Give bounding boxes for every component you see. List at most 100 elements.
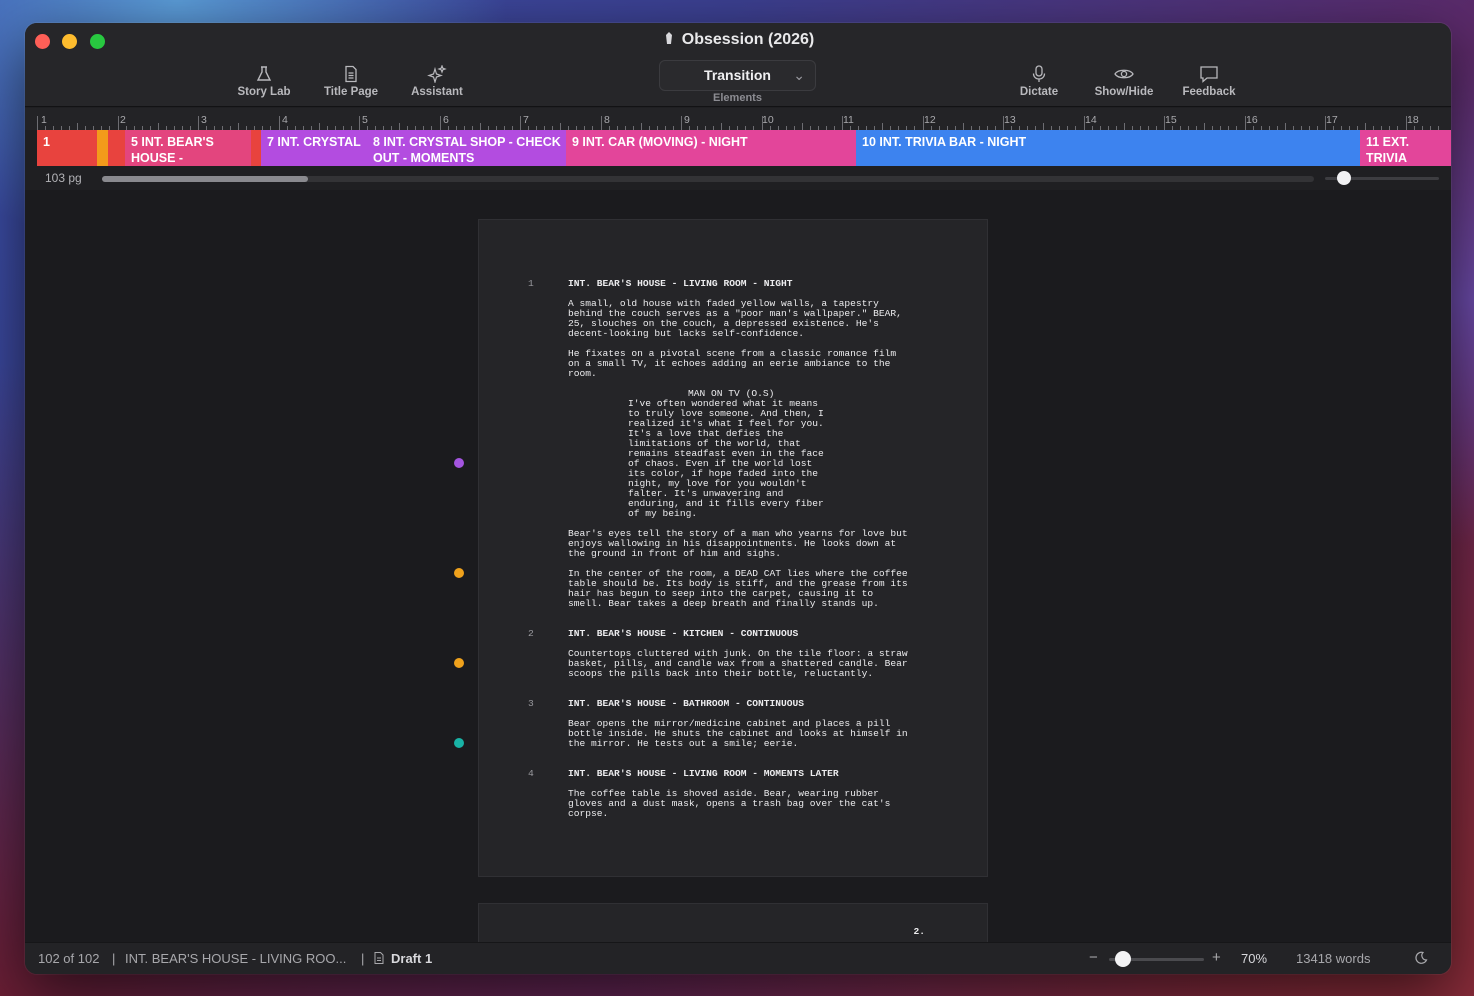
action-text[interactable]: In the center of the room, a DEAD CAT li… <box>568 569 928 609</box>
word-count: 13418 words <box>1296 951 1371 966</box>
ruler-tick <box>198 116 199 130</box>
show-hide-label: Show/Hide <box>1094 86 1154 98</box>
speech-bubble-icon <box>1200 66 1218 83</box>
element-type-value: Transition <box>704 67 771 83</box>
story-lab-button[interactable]: Story Lab <box>228 65 300 101</box>
scene-block[interactable]: 7 INT. CRYSTAL <box>261 130 367 166</box>
ruler-tick <box>439 116 441 130</box>
ruler-mark: 6 <box>443 114 449 126</box>
ruler-tick <box>681 116 682 130</box>
feedback-button[interactable]: Feedback <box>1173 65 1245 101</box>
scene-block[interactable]: 8 INT. CRYSTAL SHOP - CHECK OUT - MOMENT… <box>367 130 566 166</box>
margin-dot[interactable] <box>454 458 464 468</box>
ruler-tick <box>1123 123 1125 130</box>
ruler-tick <box>882 123 884 130</box>
action-text[interactable]: The coffee table is shoved aside. Bear, … <box>568 789 928 819</box>
current-scene-label[interactable]: INT. BEAR'S HOUSE - LIVING ROO... <box>125 951 346 966</box>
feedback-label: Feedback <box>1182 86 1236 98</box>
timeline-zoom-knob[interactable] <box>1337 171 1351 185</box>
story-lab-label: Story Lab <box>237 86 291 98</box>
scene-block[interactable]: 1 <box>37 130 97 166</box>
script-canvas[interactable]: 1 INT. BEAR'S HOUSE - LIVING ROOM - NIGH… <box>25 190 1451 942</box>
ruler-mark: 13 <box>1004 114 1016 126</box>
page-ruler[interactable]: 1 2 3 4 5 6 7 8 9 10 11 12 13 14 15 16 1… <box>25 108 1451 130</box>
ruler-tick <box>359 116 360 130</box>
app-icon <box>665 32 672 44</box>
ruler-tick <box>1083 116 1085 130</box>
moon-icon[interactable] <box>1414 951 1428 968</box>
ruler-mark: 1 <box>41 114 47 126</box>
window-title-text: Obsession (2026) <box>681 31 815 48</box>
action-text[interactable]: A small, old house with faded yellow wal… <box>568 299 928 339</box>
dialogue-text[interactable]: I've often wondered what it means to tru… <box>628 399 840 519</box>
ruler-tick <box>37 116 38 130</box>
scene-heading[interactable]: INT. BEAR'S HOUSE - BATHROOM - CONTINUOU… <box>568 699 804 709</box>
zoom-out-button[interactable]: − <box>1089 949 1098 966</box>
scene-number: 4 <box>528 768 534 779</box>
scene-heading[interactable]: INT. BEAR'S HOUSE - KITCHEN - CONTINUOUS <box>568 629 798 639</box>
script-page[interactable]: 1 INT. BEAR'S HOUSE - LIVING ROOM - NIGH… <box>478 219 988 877</box>
ruler-tick <box>842 116 843 130</box>
page-progress-track[interactable] <box>102 176 1314 182</box>
zoom-in-button[interactable]: + <box>1212 949 1221 966</box>
action-text[interactable]: Countertops cluttered with junk. On the … <box>568 649 928 679</box>
ruler-mark: 12 <box>924 114 936 126</box>
ruler-tick <box>77 123 79 130</box>
margin-dot[interactable] <box>454 738 464 748</box>
margin-dot[interactable] <box>454 658 464 668</box>
dictate-button[interactable]: Dictate <box>1005 65 1073 101</box>
scene-block[interactable]: 11 EXT. TRIVIA PARKING LOT <box>1360 130 1451 166</box>
title-page-button[interactable]: Title Page <box>313 65 389 101</box>
margin-dot[interactable] <box>454 568 464 578</box>
ruler-mark: 15 <box>1165 114 1177 126</box>
titlebar: Obsession (2026) Story Lab Title Page As… <box>25 23 1451 107</box>
scene-heading[interactable]: INT. BEAR'S HOUSE - LIVING ROOM - MOMENT… <box>568 769 839 779</box>
sparkles-icon <box>427 65 447 83</box>
ruler-tick <box>399 123 401 130</box>
page-number: 2. <box>913 926 925 937</box>
ruler-tick <box>117 116 119 130</box>
microphone-icon <box>1032 65 1046 82</box>
page-scrubber: 103 pg <box>25 166 1451 190</box>
ruler-mark: 9 <box>684 114 690 126</box>
scene-block[interactable] <box>97 130 108 166</box>
ruler-mark: 3 <box>201 114 207 126</box>
flask-icon <box>256 66 272 81</box>
ruler-tick <box>479 123 481 130</box>
ruler-tick <box>1003 116 1004 130</box>
page-position: 102 of 102 <box>38 951 100 966</box>
draft-selector[interactable]: Draft 1 <box>391 951 432 966</box>
action-text[interactable]: He fixates on a pivotal scene from a cla… <box>568 349 928 379</box>
status-bar: 102 of 102 | INT. BEAR'S HOUSE - LIVING … <box>25 942 1451 974</box>
app-window: Obsession (2026) Story Lab Title Page As… <box>25 23 1451 974</box>
status-separator: | <box>361 951 365 966</box>
ruler-tick <box>520 116 521 130</box>
scene-number: 1 <box>528 278 534 289</box>
zoom-level: 70% <box>1241 951 1268 966</box>
script-page-next[interactable]: 2. <box>478 903 988 942</box>
scene-block[interactable]: 5 INT. BEAR'S HOUSE - <box>125 130 251 166</box>
ruler-mark: 18 <box>1407 114 1419 126</box>
scene-timeline: 1 5 INT. BEAR'S HOUSE - 7 INT. CRYSTAL 8… <box>37 130 1451 166</box>
window-title: Obsession (2026) <box>25 31 1451 49</box>
action-text[interactable]: Bear opens the mirror/medicine cabinet a… <box>568 719 928 749</box>
scene-block[interactable] <box>251 130 261 166</box>
scene-block[interactable]: 10 INT. TRIVIA BAR - NIGHT <box>856 130 1360 166</box>
ruler-tick <box>1043 123 1045 130</box>
ruler-tick <box>922 116 924 130</box>
scene-block[interactable] <box>108 130 125 166</box>
scene-number: 3 <box>528 698 534 709</box>
page-count-label: 103 pg <box>45 171 82 185</box>
show-hide-button[interactable]: Show/Hide <box>1086 65 1162 101</box>
ruler-mark: 8 <box>604 114 610 126</box>
zoom-slider-knob[interactable] <box>1115 951 1132 967</box>
elements-caption: Elements <box>713 92 762 104</box>
action-text[interactable]: Bear's eyes tell the story of a man who … <box>568 529 928 559</box>
scene-heading[interactable]: INT. BEAR'S HOUSE - LIVING ROOM - NIGHT <box>568 279 793 289</box>
ruler-tick <box>238 123 240 130</box>
assistant-button[interactable]: Assistant <box>402 65 472 101</box>
scene-block[interactable]: 9 INT. CAR (MOVING) - NIGHT <box>566 130 856 166</box>
element-type-dropdown[interactable]: Transition ⌄ <box>659 60 816 91</box>
ruler-mark: 10 <box>762 114 774 126</box>
ruler-mark: 17 <box>1326 114 1338 126</box>
